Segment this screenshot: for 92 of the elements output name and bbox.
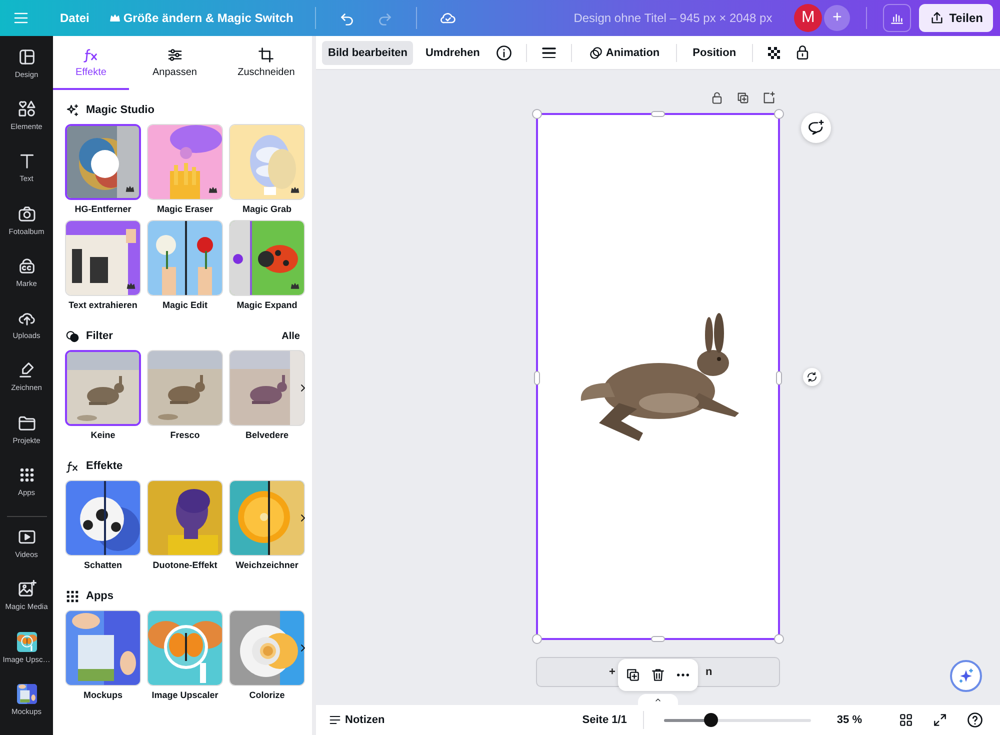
toolbar-button[interactable]: Umdrehen [419,40,486,64]
tile-label: Belvedere [245,430,289,442]
tile-label: Colorize [249,690,285,702]
section-title: Effekte [86,460,124,472]
tab[interactable]: Effekte [53,36,129,90]
tile-label: Schatten [84,560,122,572]
sliders-icon [166,46,184,64]
upload-icon [929,10,946,26]
comment-plus-icon [807,119,825,137]
help-icon[interactable] [966,711,984,729]
rotate-button[interactable] [803,368,821,386]
toolbar-button[interactable]: Position [686,40,742,64]
see-all-link[interactable]: Alle [282,330,300,342]
duplicate-icon[interactable] [736,91,750,105]
camera-icon [16,204,36,224]
tile-label: Mockups [83,690,122,702]
section-title: Apps [86,590,114,602]
tile-label: Magic Edit [162,300,208,312]
fx-icon [82,46,100,64]
effect-tile[interactable]: Magic Eraser [147,124,223,216]
notes-button[interactable]: Notizen [328,713,385,727]
tile-label: Magic Eraser [156,204,214,216]
page-indicator[interactable]: Seite 1/1 [582,714,627,726]
info-icon[interactable] [494,44,513,62]
notes-icon [328,713,342,727]
tile-label: Duotone-Effekt [152,560,218,572]
effect-tile[interactable]: Fresco [147,350,223,442]
magic-assistant-button[interactable] [950,660,982,692]
fullscreen-icon[interactable] [932,712,948,728]
resize-handle[interactable] [776,371,782,385]
pen-icon [16,360,36,380]
grid-view-icon[interactable] [898,712,914,728]
trash-icon[interactable] [650,667,666,683]
section-title: Filter [86,330,114,342]
insights-button[interactable] [883,4,912,32]
image-sparkle-icon [16,579,36,600]
effect-tile[interactable]: Magic Edit [147,220,223,312]
effect-tile[interactable]: Magic Grab [229,124,305,216]
shapes-icon [16,99,36,120]
add-page-icon[interactable] [762,91,776,105]
tile-label: Magic Grab [242,204,292,216]
rotate-icon [806,371,818,383]
toolbar-button[interactable]: Bild bearbeiten [322,40,414,64]
tile-label: Fresco [170,430,200,442]
resize-handle[interactable] [534,371,540,385]
overlap-circles-icon [65,328,80,344]
effect-tile[interactable]: Keine [65,350,141,442]
add-comment-button[interactable] [801,113,831,143]
layout-icon [16,47,36,67]
sparkle-icon [65,102,80,118]
effect-tile[interactable]: Duotone-Effekt [147,480,223,572]
effect-tile[interactable]: Weichzeichner [229,480,305,572]
crown-icon [109,12,122,24]
resize-handle[interactable] [774,634,784,644]
tile-label: HG-Entferner [74,204,132,216]
add-page-label: + [609,666,616,678]
tab[interactable]: Zuschneiden [220,36,312,90]
effect-tile[interactable]: Schatten [65,480,141,572]
zoom-slider[interactable] [664,713,811,727]
tile-label: Keine [90,430,116,442]
effect-tile[interactable]: Colorize [229,610,305,702]
effect-tile[interactable]: Text extrahieren [65,220,141,312]
resize-handle[interactable] [651,111,665,117]
tile-label: Weichzeichner [236,560,298,572]
animation-button[interactable]: Animation [582,38,666,66]
fx-icon [65,458,80,474]
effect-tile[interactable]: Magic Expand [229,220,305,312]
section-title: Magic Studio [86,104,156,116]
tile-label: Text extrahieren [68,300,138,312]
tab[interactable]: Anpassen [129,36,220,90]
effect-tile[interactable]: Image Upscaler [147,610,223,702]
zoom-percentage[interactable]: 35 % [836,714,862,726]
add-page-label: n [705,666,712,678]
apps-grid-icon [65,588,80,604]
resize-handle[interactable] [532,109,542,119]
tile-label: Image Upscaler [152,690,218,702]
briefcase-icon [16,256,36,276]
effect-tile[interactable]: Mockups [65,610,141,702]
slider-thumb[interactable] [704,713,718,727]
effect-tile[interactable]: Belvedere [229,350,305,442]
crop-icon [257,46,276,64]
duplicate-icon[interactable] [625,667,641,683]
avatar[interactable]: M [794,4,822,32]
animation-icon [588,44,604,60]
effect-tile[interactable]: HG-Entferner [65,124,141,216]
transparency-icon[interactable] [766,44,782,60]
resize-handle[interactable] [651,636,665,642]
resize-handle[interactable] [532,634,542,644]
tile-label: Magic Expand [236,300,298,312]
share-button[interactable]: Teilen [919,4,993,32]
lock-icon[interactable] [710,91,724,105]
resize-handle[interactable] [774,109,784,119]
